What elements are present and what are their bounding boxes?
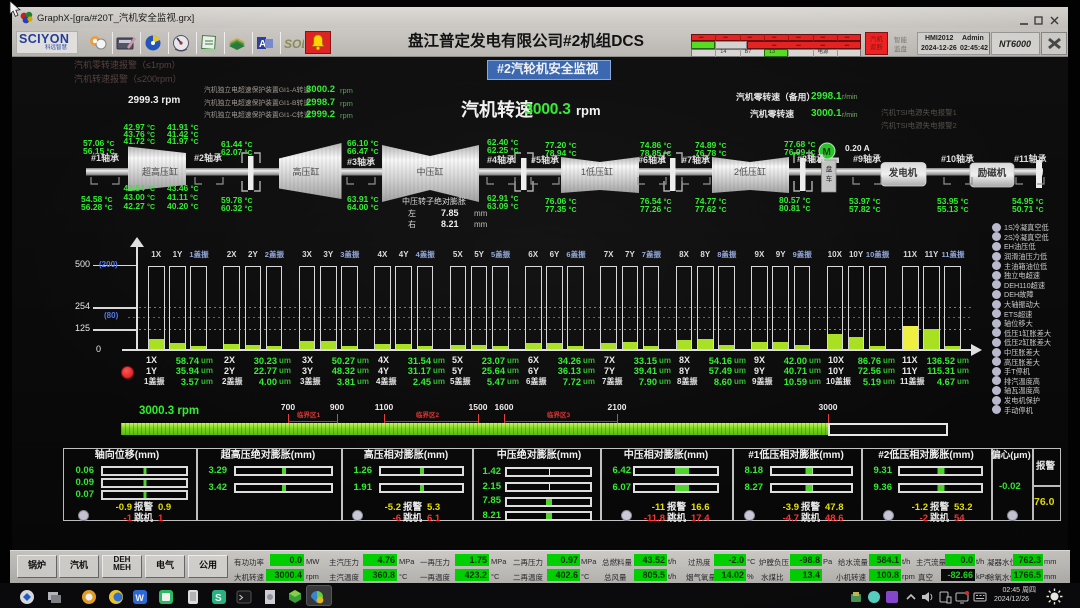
svg-text:W: W (135, 593, 144, 603)
svg-text:S: S (215, 593, 222, 604)
